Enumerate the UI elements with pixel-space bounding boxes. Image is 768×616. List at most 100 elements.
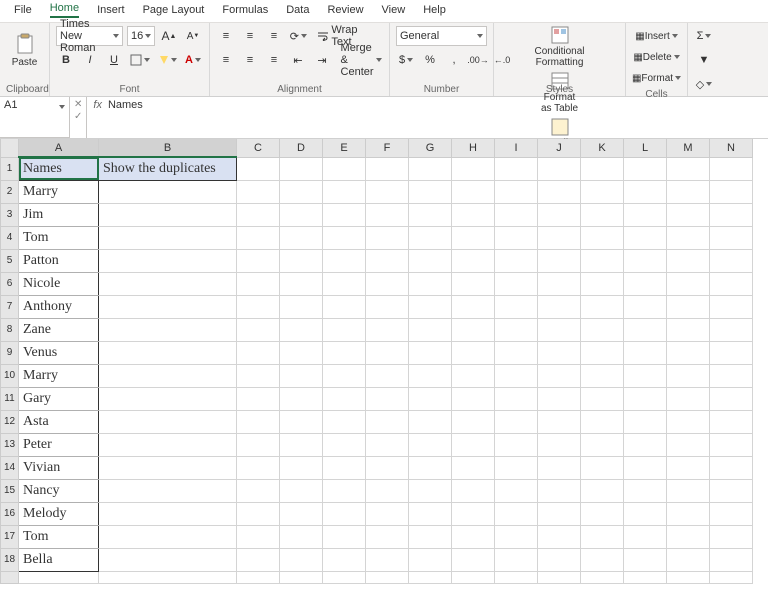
align-bottom-icon[interactable]: ≡ xyxy=(264,26,284,46)
cell[interactable] xyxy=(452,387,495,410)
border-button[interactable] xyxy=(128,50,152,70)
cell[interactable] xyxy=(366,548,409,571)
cell[interactable] xyxy=(581,203,624,226)
cell[interactable] xyxy=(667,479,710,502)
cell[interactable] xyxy=(323,318,366,341)
decrease-indent-icon[interactable]: ⇤ xyxy=(288,50,308,70)
col-header-J[interactable]: J xyxy=(538,139,581,157)
cell[interactable] xyxy=(366,272,409,295)
fill-color-button[interactable] xyxy=(156,50,180,70)
col-header-M[interactable]: M xyxy=(667,139,710,157)
menu-insert[interactable]: Insert xyxy=(97,4,125,16)
row-header[interactable]: 5 xyxy=(1,249,19,272)
align-center-icon[interactable]: ≡ xyxy=(240,50,260,70)
cell[interactable] xyxy=(280,433,323,456)
cell[interactable] xyxy=(452,180,495,203)
cell[interactable] xyxy=(452,456,495,479)
cell[interactable] xyxy=(99,548,237,571)
cell[interactable] xyxy=(280,456,323,479)
cell[interactable] xyxy=(667,433,710,456)
cell[interactable] xyxy=(323,226,366,249)
cell[interactable] xyxy=(624,525,667,548)
cell[interactable] xyxy=(667,456,710,479)
row-header[interactable]: 11 xyxy=(1,387,19,410)
cell[interactable] xyxy=(99,479,237,502)
cell[interactable] xyxy=(280,272,323,295)
col-header-L[interactable]: L xyxy=(624,139,667,157)
cell[interactable] xyxy=(667,387,710,410)
cell[interactable] xyxy=(99,571,237,583)
cell[interactable] xyxy=(624,364,667,387)
cell[interactable] xyxy=(366,456,409,479)
increase-indent-icon[interactable]: ⇥ xyxy=(312,50,332,70)
cell[interactable]: Anthony xyxy=(19,295,99,318)
cell[interactable] xyxy=(237,249,280,272)
cell[interactable]: Show the duplicates xyxy=(99,157,237,180)
cell[interactable] xyxy=(452,525,495,548)
cell[interactable] xyxy=(667,364,710,387)
cell[interactable] xyxy=(237,226,280,249)
cell[interactable] xyxy=(538,387,581,410)
percent-icon[interactable]: % xyxy=(420,50,440,70)
cell[interactable] xyxy=(710,456,753,479)
cell[interactable] xyxy=(495,318,538,341)
cell[interactable] xyxy=(581,272,624,295)
col-header-E[interactable]: E xyxy=(323,139,366,157)
cell[interactable] xyxy=(624,272,667,295)
cell[interactable] xyxy=(710,180,753,203)
paste-button[interactable]: Paste xyxy=(7,26,43,74)
cell[interactable] xyxy=(99,318,237,341)
clear-icon[interactable]: ◇ xyxy=(694,74,714,94)
row-header[interactable]: 12 xyxy=(1,410,19,433)
cell[interactable] xyxy=(495,548,538,571)
cell[interactable] xyxy=(495,433,538,456)
cell[interactable] xyxy=(452,272,495,295)
cell[interactable] xyxy=(280,502,323,525)
cell[interactable] xyxy=(710,295,753,318)
cell[interactable] xyxy=(495,341,538,364)
cell[interactable]: Marry xyxy=(19,180,99,203)
cell[interactable] xyxy=(280,341,323,364)
cell[interactable] xyxy=(366,341,409,364)
merge-center-button[interactable]: Merge & Center xyxy=(336,50,383,70)
cell[interactable] xyxy=(710,571,753,583)
cell[interactable] xyxy=(99,525,237,548)
cell[interactable] xyxy=(237,410,280,433)
cell[interactable] xyxy=(710,387,753,410)
cell[interactable] xyxy=(323,203,366,226)
cell[interactable] xyxy=(99,364,237,387)
cell[interactable] xyxy=(237,548,280,571)
cell[interactable] xyxy=(495,180,538,203)
menu-help[interactable]: Help xyxy=(423,4,446,16)
row-header[interactable]: 1 xyxy=(1,157,19,180)
cell[interactable] xyxy=(452,571,495,583)
cell[interactable] xyxy=(624,479,667,502)
cell[interactable] xyxy=(624,433,667,456)
cell[interactable] xyxy=(624,548,667,571)
cell[interactable] xyxy=(366,180,409,203)
name-box[interactable]: A1 xyxy=(0,97,70,138)
cell[interactable] xyxy=(538,502,581,525)
cell[interactable] xyxy=(366,502,409,525)
cell[interactable] xyxy=(538,433,581,456)
cell[interactable] xyxy=(495,479,538,502)
orientation-icon[interactable]: ⟳ xyxy=(288,26,309,46)
cell[interactable] xyxy=(280,157,323,180)
cell[interactable] xyxy=(538,364,581,387)
cell[interactable] xyxy=(495,157,538,180)
cell[interactable] xyxy=(581,525,624,548)
cell[interactable] xyxy=(409,479,452,502)
cell[interactable] xyxy=(581,226,624,249)
cell[interactable] xyxy=(710,157,753,180)
cell[interactable] xyxy=(624,410,667,433)
cell[interactable] xyxy=(538,180,581,203)
cell[interactable] xyxy=(280,295,323,318)
row-header[interactable]: 13 xyxy=(1,433,19,456)
cell[interactable] xyxy=(280,525,323,548)
cell[interactable] xyxy=(624,180,667,203)
cell[interactable] xyxy=(624,502,667,525)
cell[interactable] xyxy=(581,157,624,180)
cell[interactable] xyxy=(710,226,753,249)
select-all-corner[interactable] xyxy=(1,139,19,157)
cell[interactable] xyxy=(581,479,624,502)
